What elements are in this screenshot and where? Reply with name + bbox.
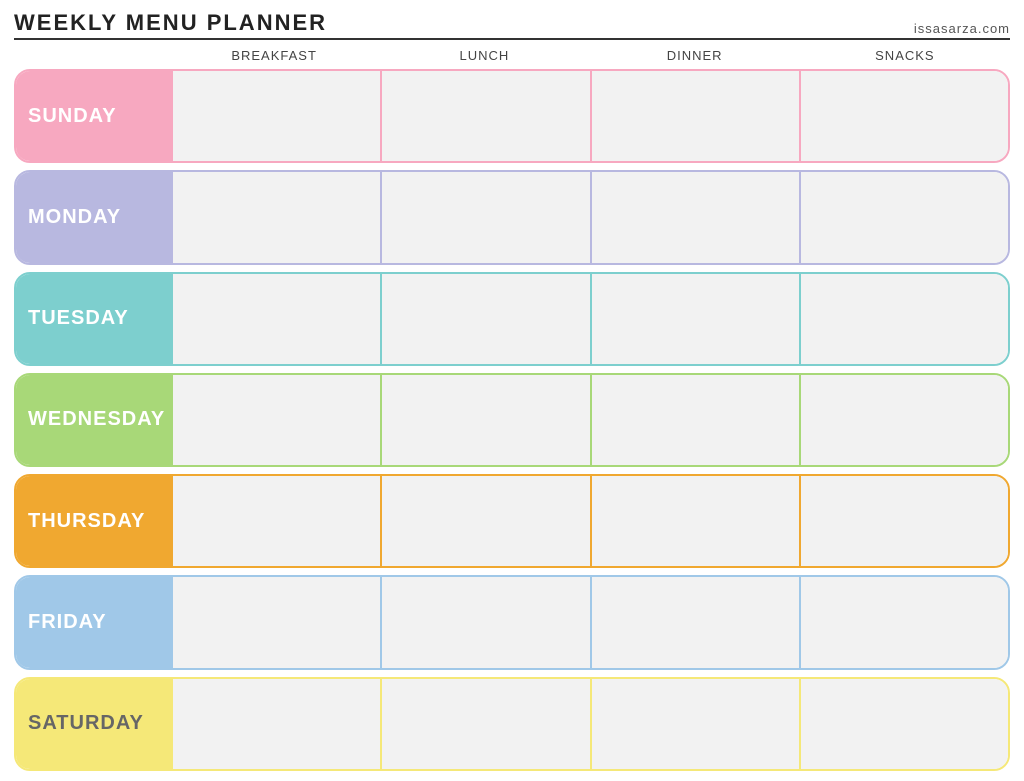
day-label-tuesday: Tuesday	[16, 274, 171, 364]
day-label-saturday: Saturday	[16, 679, 171, 769]
website-label: issasarza.com	[914, 21, 1010, 36]
cell-sunday-breakfast[interactable]	[171, 71, 380, 161]
row-friday: Friday	[14, 575, 1010, 669]
cell-friday-lunch[interactable]	[380, 577, 589, 667]
cell-monday-dinner[interactable]	[590, 172, 799, 262]
day-label-sunday: Sunday	[16, 71, 171, 161]
cell-saturday-snacks[interactable]	[799, 679, 1008, 769]
cell-tuesday-snacks[interactable]	[799, 274, 1008, 364]
col-header-snacks: Snacks	[800, 48, 1010, 63]
row-wednesday: Wednesday	[14, 373, 1010, 467]
cell-friday-dinner[interactable]	[590, 577, 799, 667]
day-label-friday: Friday	[16, 577, 171, 667]
col-header-breakfast: Breakfast	[169, 48, 379, 63]
day-label-thursday: Thursday	[16, 476, 171, 566]
row-sunday: Sunday	[14, 69, 1010, 163]
cell-sunday-lunch[interactable]	[380, 71, 589, 161]
page-title: Weekly Menu Planner	[14, 10, 327, 36]
row-monday: Monday	[14, 170, 1010, 264]
cell-friday-snacks[interactable]	[799, 577, 1008, 667]
cell-thursday-breakfast[interactable]	[171, 476, 380, 566]
cell-wednesday-snacks[interactable]	[799, 375, 1008, 465]
cell-monday-breakfast[interactable]	[171, 172, 380, 262]
days-container: Sunday Monday Tuesday Wednesday	[14, 69, 1010, 771]
cell-sunday-snacks[interactable]	[799, 71, 1008, 161]
cell-tuesday-dinner[interactable]	[590, 274, 799, 364]
cell-wednesday-dinner[interactable]	[590, 375, 799, 465]
cell-thursday-lunch[interactable]	[380, 476, 589, 566]
cell-tuesday-breakfast[interactable]	[171, 274, 380, 364]
column-headers: Breakfast Lunch Dinner Snacks	[14, 48, 1010, 63]
day-label-wednesday: Wednesday	[16, 375, 171, 465]
row-saturday: Saturday	[14, 677, 1010, 771]
cell-monday-snacks[interactable]	[799, 172, 1008, 262]
cell-tuesday-lunch[interactable]	[380, 274, 589, 364]
row-tuesday: Tuesday	[14, 272, 1010, 366]
cell-thursday-snacks[interactable]	[799, 476, 1008, 566]
weekly-menu-planner: Weekly Menu Planner issasarza.com Breakf…	[0, 0, 1024, 781]
cell-saturday-dinner[interactable]	[590, 679, 799, 769]
cell-saturday-lunch[interactable]	[380, 679, 589, 769]
col-header-lunch: Lunch	[379, 48, 589, 63]
header: Weekly Menu Planner issasarza.com	[14, 10, 1010, 40]
cell-wednesday-breakfast[interactable]	[171, 375, 380, 465]
cell-friday-breakfast[interactable]	[171, 577, 380, 667]
cell-wednesday-lunch[interactable]	[380, 375, 589, 465]
col-header-empty	[14, 48, 169, 63]
cell-thursday-dinner[interactable]	[590, 476, 799, 566]
cell-saturday-breakfast[interactable]	[171, 679, 380, 769]
col-header-dinner: Dinner	[590, 48, 800, 63]
row-thursday: Thursday	[14, 474, 1010, 568]
day-label-monday: Monday	[16, 172, 171, 262]
cell-sunday-dinner[interactable]	[590, 71, 799, 161]
cell-monday-lunch[interactable]	[380, 172, 589, 262]
